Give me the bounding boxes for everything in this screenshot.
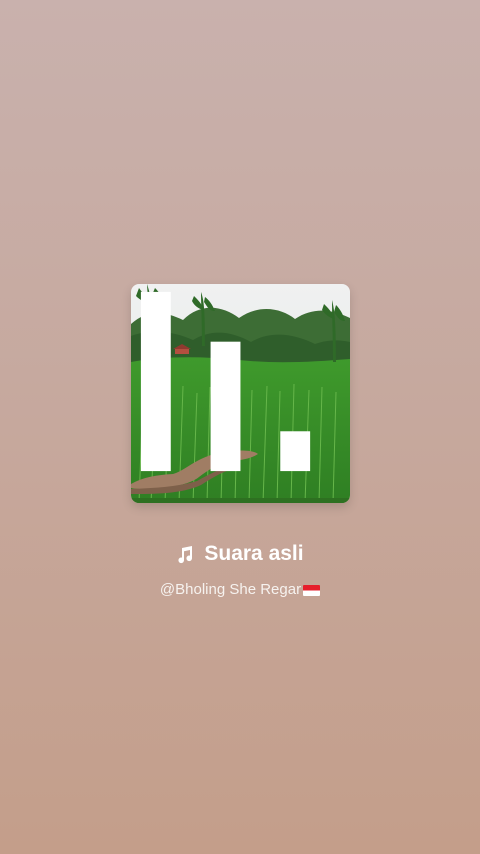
sound-title-text: Suara asli (204, 542, 304, 565)
music-note-icon (178, 546, 193, 564)
album-cover[interactable] (131, 284, 350, 503)
sound-artist-text: @Bholing She Regar (159, 581, 302, 598)
equalizer-bars-icon (140, 291, 311, 472)
sound-title[interactable]: Suara asli (0, 541, 480, 567)
sound-artist[interactable]: @Bholing She Regar (0, 581, 480, 599)
indonesia-flag-icon (303, 584, 321, 596)
